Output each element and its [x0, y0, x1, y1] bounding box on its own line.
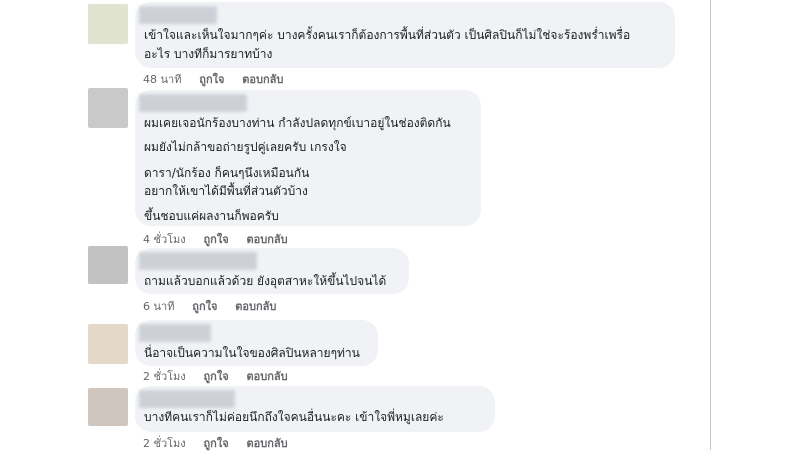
comment-item: เข้าใจและเห็นใจมากๆค่ะ บางครั้งคนเราก็ต้…: [75, 0, 675, 88]
comment-item: บางทีคนเราก็ไม่ค่อยนึกถึงใจคนอื่นนะคะ เข…: [75, 386, 675, 450]
comment-text-line: อยากให้เขาได้มีพื้นที่ส่วนตัวบ้าง: [144, 184, 308, 198]
reply-button[interactable]: ตอบกลับ: [242, 73, 283, 86]
like-button[interactable]: ถูกใจ: [204, 370, 229, 383]
avatar[interactable]: [88, 4, 128, 44]
timestamp: 2 ชั่วโมง: [143, 437, 186, 450]
comment-actions: 48 นาที ถูกใจ ตอบกลับ: [143, 70, 297, 88]
avatar[interactable]: [88, 246, 128, 284]
comment-item: นี่อาจเป็นความในใจของศิลปินหลายๆท่าน 2 ช…: [75, 318, 675, 386]
comment-bubble: เข้าใจและเห็นใจมากๆค่ะ บางครั้งคนเราก็ต้…: [135, 2, 675, 68]
author-name-blurred[interactable]: [139, 94, 247, 112]
like-button[interactable]: ถูกใจ: [192, 300, 217, 313]
comment-text-line: ขึ้นชอบแค่ผลงานก็พอครับ: [144, 209, 279, 223]
like-button[interactable]: ถูกใจ: [204, 437, 229, 450]
comment-actions: 2 ชั่วโมง ถูกใจ ตอบกลับ: [143, 367, 302, 385]
reply-button[interactable]: ตอบกลับ: [247, 370, 288, 383]
comment-actions: 2 ชั่วโมง ถูกใจ ตอบกลับ: [143, 434, 302, 452]
comment-text-line: บางทีคนเราก็ไม่ค่อยนึกถึงใจคนอื่นนะคะ เข…: [144, 410, 444, 424]
comment-bubble: ผมเคยเจอนักร้องบางท่าน กำลังปลดทุกข์เบาอ…: [135, 90, 481, 226]
comment-actions: 6 นาที ถูกใจ ตอบกลับ: [143, 297, 290, 315]
timestamp: 2 ชั่วโมง: [143, 370, 186, 383]
avatar[interactable]: [88, 88, 128, 128]
reply-button[interactable]: ตอบกลับ: [235, 300, 276, 313]
comment-text-line: ผมเคยเจอนักร้องบางท่าน กำลังปลดทุกข์เบาอ…: [144, 116, 451, 130]
timestamp: 4 ชั่วโมง: [143, 233, 186, 246]
comment-bubble: ถามแล้วบอกแล้วด้วย ยังอุตสาหะให้ขึ้นไปจน…: [135, 248, 409, 294]
comments-panel: เข้าใจและเห็นใจมากๆค่ะ บางครั้งคนเราก็ต้…: [75, 0, 711, 450]
comment-item: ผมเคยเจอนักร้องบางท่าน กำลังปลดทุกข์เบาอ…: [75, 88, 675, 246]
author-name-blurred[interactable]: [139, 252, 257, 270]
reply-button[interactable]: ตอบกลับ: [247, 437, 288, 450]
comment-text-line: ดารา/นักร้อง ก็คนๆนึงเหมือนกัน: [144, 166, 310, 180]
like-button[interactable]: ถูกใจ: [199, 73, 224, 86]
comment-item: ถามแล้วบอกแล้วด้วย ยังอุตสาหะให้ขึ้นไปจน…: [75, 246, 675, 318]
comment-text-line: นี่อาจเป็นความในใจของศิลปินหลายๆท่าน: [144, 346, 360, 360]
reply-button[interactable]: ตอบกลับ: [247, 233, 288, 246]
author-name-blurred[interactable]: [139, 324, 211, 342]
comment-bubble: นี่อาจเป็นความในใจของศิลปินหลายๆท่าน: [135, 320, 378, 366]
avatar[interactable]: [88, 388, 128, 426]
comment-text-line: ถามแล้วบอกแล้วด้วย ยังอุตสาหะให้ขึ้นไปจน…: [144, 274, 387, 288]
comment-text-line: อะไร บางทีก็มารยาทบ้าง: [144, 47, 273, 61]
comment-text-line: เข้าใจและเห็นใจมากๆค่ะ บางครั้งคนเราก็ต้…: [144, 28, 631, 42]
like-button[interactable]: ถูกใจ: [204, 233, 229, 246]
comment-text-line: ผมยังไม่กล้าขอถ่ายรูปคู่เลยครับ เกรงใจ: [144, 140, 347, 154]
author-name-blurred[interactable]: [139, 390, 235, 408]
avatar[interactable]: [88, 324, 128, 364]
author-name-blurred[interactable]: [139, 6, 217, 24]
timestamp: 6 นาที: [143, 300, 175, 313]
comment-bubble: บางทีคนเราก็ไม่ค่อยนึกถึงใจคนอื่นนะคะ เข…: [135, 386, 495, 432]
timestamp: 48 นาที: [143, 73, 182, 86]
